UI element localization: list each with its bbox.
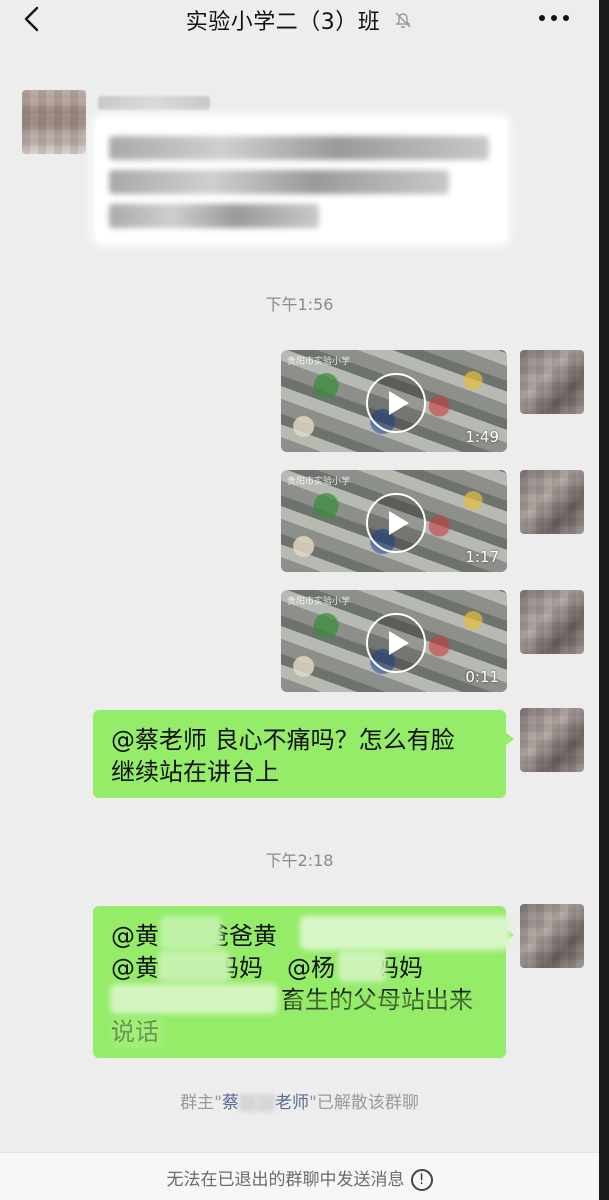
play-icon[interactable] — [366, 613, 426, 673]
privacy-mask — [300, 916, 510, 950]
video-message[interactable]: 贵阳市实验小学 1:49 — [281, 350, 507, 452]
sender-name-blurred — [98, 96, 210, 110]
cannot-send-text: 无法在已退出的群聊中发送消息 — [166, 1170, 405, 1190]
timestamp: 下午1:56 — [265, 295, 334, 314]
mention: @黄 — [111, 954, 159, 982]
video-duration: 0:11 — [465, 668, 499, 686]
play-icon[interactable] — [366, 373, 426, 433]
privacy-mask — [158, 950, 230, 982]
chat-header: 实验小学二（3）班 — [0, 0, 599, 40]
group-owner-name[interactable]: 蔡老师 — [222, 1093, 309, 1113]
privacy-mask — [338, 950, 386, 982]
chat-screen: 实验小学二（3）班 下午1:56 贵阳市实验小学 1:49 贵阳市实验小学 1:… — [0, 0, 599, 1200]
mention: @黄 — [111, 922, 159, 950]
my-avatar[interactable] — [520, 590, 584, 654]
video-watermark: 贵阳市实验小学 — [287, 597, 351, 607]
video-message[interactable]: 贵阳市实验小学 0:11 — [281, 590, 507, 692]
play-icon[interactable] — [366, 493, 426, 553]
video-watermark: 贵阳市实验小学 — [287, 357, 351, 367]
message-text: 说话 — [111, 1016, 488, 1048]
screen-edge — [599, 0, 609, 1200]
my-avatar[interactable] — [520, 708, 584, 772]
my-avatar[interactable] — [520, 470, 584, 534]
video-duration: 1:17 — [465, 548, 499, 566]
timestamp: 下午2:18 — [265, 851, 334, 870]
privacy-mask — [112, 1018, 164, 1048]
mute-bell-icon — [395, 12, 411, 29]
chat-title: 实验小学二（3）班 — [185, 10, 381, 35]
incoming-message-blurred[interactable] — [95, 118, 507, 242]
message-line: 继续站在讲台上 — [111, 758, 279, 786]
my-avatar[interactable] — [520, 904, 584, 968]
video-message[interactable]: 贵阳市实验小学 1:17 — [281, 470, 507, 572]
mention: @杨 — [287, 954, 335, 982]
message-line: @蔡老师 良心不痛吗？怎么有脸 — [111, 726, 455, 754]
sender-avatar[interactable] — [22, 90, 86, 154]
privacy-mask — [160, 916, 222, 950]
privacy-mask — [110, 984, 278, 1014]
disabled-input-bar: 无法在已退出的群聊中发送消息! — [0, 1152, 599, 1200]
more-options-icon[interactable] — [537, 8, 571, 28]
video-watermark: 贵阳市实验小学 — [287, 477, 351, 487]
info-icon[interactable]: ! — [410, 1169, 433, 1191]
system-notice: 群主"蔡 老师"已解散该群聊 — [180, 1093, 419, 1113]
privacy-mask — [286, 994, 486, 1010]
my-avatar[interactable] — [520, 350, 584, 414]
outgoing-message[interactable]: @蔡老师 良心不痛吗？怎么有脸 继续站在讲台上 — [93, 710, 514, 798]
video-duration: 1:49 — [465, 428, 499, 446]
